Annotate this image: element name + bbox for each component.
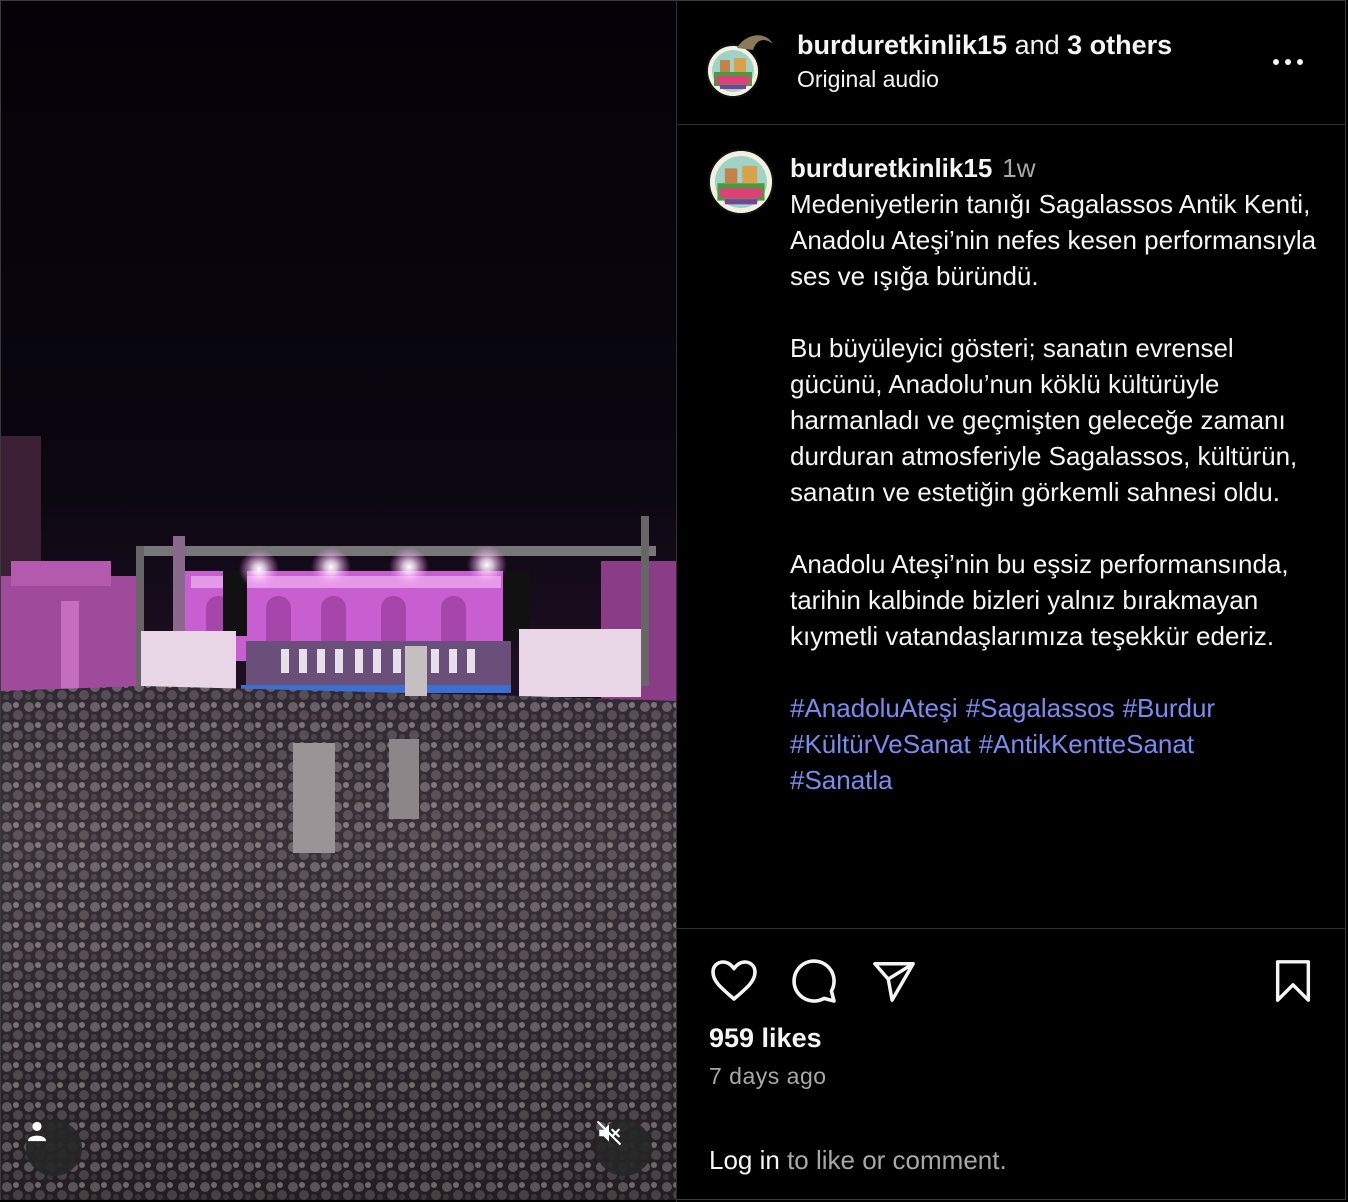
header-accounts[interactable]: burduretkinlik15 and 3 others (797, 30, 1172, 61)
share-button[interactable] (868, 955, 920, 1007)
hashtag-link[interactable]: #AntikKentteSanat (979, 729, 1194, 759)
likes-count[interactable]: 959 likes (709, 1023, 822, 1054)
caption-time[interactable]: 1w (1002, 153, 1035, 183)
hashtag-link[interactable]: #KültürVeSanat (790, 729, 971, 759)
user-icon (27, 1121, 47, 1142)
action-bar: 959 likes 7 days ago Log in to like or c… (677, 928, 1346, 1201)
post-video[interactable] (1, 1, 676, 1200)
more-options-icon[interactable] (1273, 52, 1313, 72)
login-rest: to like or comment. (779, 1145, 1007, 1175)
caption-text: burduretkinlik15 1w Medeniyetlerin tanığı… (790, 150, 1320, 798)
caption-paragraph: Anadolu Ateşi’nin bu eşsiz performansınd… (790, 549, 1296, 651)
concert-scene-image (1, 1, 676, 1200)
post-details-panel: burduretkinlik15 and 3 others Original a… (677, 0, 1346, 1200)
send-icon (873, 962, 915, 1002)
login-link[interactable]: Log in (709, 1145, 780, 1175)
caption-username[interactable]: burduretkinlik15 (790, 153, 992, 183)
login-prompt: Log in to like or comment. (709, 1145, 1007, 1176)
comment-button[interactable] (788, 955, 840, 1007)
avatar[interactable] (706, 44, 760, 98)
bookmark-icon (1275, 960, 1311, 1002)
header-and: and (1007, 30, 1068, 60)
tagged-users-button[interactable] (26, 1120, 82, 1176)
comment-icon (792, 959, 836, 1003)
muted-speaker-icon (597, 1121, 621, 1145)
like-button[interactable] (708, 955, 760, 1007)
hashtag-link[interactable]: #Sanatla (790, 765, 893, 795)
caption-paragraph: Bu büyüleyici gösteri; sanatın evrensel … (790, 333, 1305, 507)
header-others[interactable]: 3 others (1067, 30, 1172, 60)
caption-avatar[interactable] (708, 149, 774, 215)
caption-paragraph: Medeniyetlerin tanığı Sagalassos Antik K… (790, 189, 1324, 291)
burdur-logo-avatar (708, 46, 758, 96)
save-button[interactable] (1267, 955, 1319, 1007)
heart-icon (711, 960, 757, 1001)
hashtag-link[interactable]: #Sagalassos (966, 693, 1115, 723)
post-header: burduretkinlik15 and 3 others Original a… (677, 0, 1346, 125)
hashtag-link[interactable]: #Burdur (1123, 693, 1216, 723)
hashtag-link[interactable]: #AnadoluAteşi (790, 693, 958, 723)
burdur-logo-avatar (710, 151, 772, 213)
post-date[interactable]: 7 days ago (709, 1063, 827, 1090)
mute-toggle-button[interactable] (596, 1120, 652, 1176)
second-avatar-icon (737, 35, 773, 50)
audio-label[interactable]: Original audio (797, 66, 939, 93)
hashtags: #AnadoluAteşi #Sagalassos #Burdur #KültürV… (790, 690, 1320, 798)
header-username[interactable]: burduretkinlik15 (797, 30, 1007, 60)
